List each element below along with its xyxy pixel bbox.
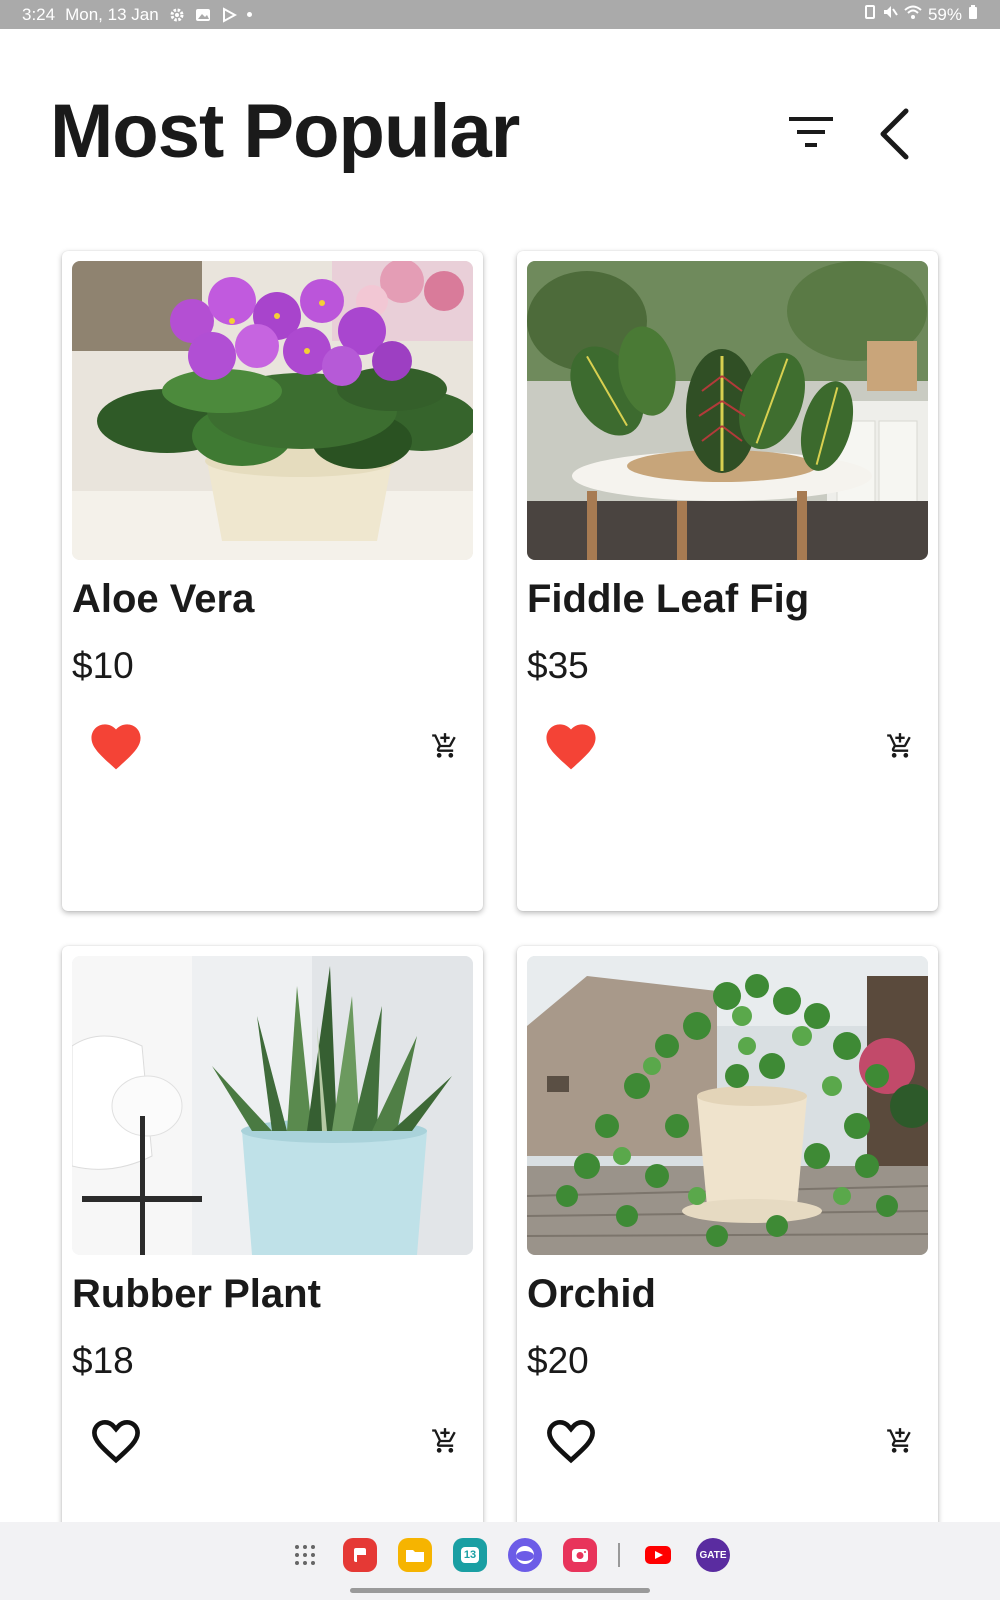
product-name: Rubber Plant <box>72 1272 321 1316</box>
product-image[interactable] <box>72 956 473 1255</box>
add-shopping-cart-icon <box>432 733 456 758</box>
home-indicator[interactable] <box>350 1588 650 1593</box>
youtube-app-icon[interactable] <box>641 1538 675 1572</box>
add-to-cart-button[interactable] <box>430 1426 460 1456</box>
filter-icon <box>789 117 833 147</box>
prayer-plant-image <box>527 261 928 560</box>
status-time: 3:24 <box>22 4 56 24</box>
product-card[interactable]: Fiddle Leaf Fig $35 <box>517 251 938 911</box>
product-name: Orchid <box>527 1272 656 1316</box>
product-price: $10 <box>72 645 134 686</box>
battery-percent: 59% <box>927 4 962 24</box>
flipboard-app-icon[interactable] <box>343 1538 377 1572</box>
filter-button[interactable] <box>783 112 839 152</box>
add-to-cart-button[interactable] <box>885 1426 915 1456</box>
wifi-icon <box>904 4 922 25</box>
favorite-button[interactable] <box>85 715 147 773</box>
settings-icon <box>169 7 185 23</box>
gate-app-icon[interactable]: GATE <box>696 1538 730 1572</box>
dock-divider <box>618 1543 620 1567</box>
heart-filled-icon <box>91 724 141 770</box>
back-button[interactable] <box>870 108 918 160</box>
gate-label: GATE <box>699 1549 727 1561</box>
snake-plant-image <box>72 956 473 1255</box>
product-image[interactable] <box>527 956 928 1255</box>
product-card[interactable]: Orchid $20 <box>517 946 938 1546</box>
camera-app-icon[interactable] <box>563 1538 597 1572</box>
add-shopping-cart-icon <box>887 1428 911 1453</box>
app-grid-icon[interactable] <box>288 1538 322 1572</box>
heart-outline-icon <box>92 1419 140 1464</box>
page-title: Most Popular <box>50 89 520 174</box>
favorite-button[interactable] <box>540 715 602 773</box>
add-to-cart-button[interactable] <box>430 731 460 761</box>
add-shopping-cart-icon <box>887 733 911 758</box>
african-violet-image <box>72 261 473 560</box>
status-bar: 3:24 Mon, 13 Jan 59% <box>0 0 1000 29</box>
files-app-icon[interactable] <box>398 1538 432 1572</box>
mute-icon <box>882 4 898 25</box>
ivy-plant-image <box>527 956 928 1255</box>
product-price: $18 <box>72 1340 134 1381</box>
add-to-cart-button[interactable] <box>885 731 915 761</box>
product-price: $35 <box>527 645 589 686</box>
favorite-button[interactable] <box>540 1410 602 1468</box>
product-price: $20 <box>527 1340 589 1381</box>
chevron-left-icon <box>880 108 909 160</box>
favorite-button[interactable] <box>85 1410 147 1468</box>
gallery-icon <box>195 7 211 23</box>
battery-icon <box>968 4 978 25</box>
product-name: Aloe Vera <box>72 577 255 621</box>
heart-filled-icon <box>546 724 596 770</box>
product-image[interactable] <box>72 261 473 560</box>
notification-dot-icon <box>246 12 252 17</box>
browser-app-icon[interactable] <box>508 1538 542 1572</box>
calendar-day: 13 <box>460 1547 480 1563</box>
product-name: Fiddle Leaf Fig <box>527 577 810 621</box>
product-image[interactable] <box>527 261 928 560</box>
play-store-icon <box>221 6 237 23</box>
heart-outline-icon <box>547 1419 595 1464</box>
product-card[interactable]: Aloe Vera $10 <box>62 251 483 911</box>
product-card[interactable]: Rubber Plant $18 <box>62 946 483 1546</box>
status-date: Mon, 13 Jan <box>65 4 159 24</box>
battery-saver-icon <box>864 4 876 25</box>
calendar-app-icon[interactable]: 13 <box>453 1538 487 1572</box>
add-shopping-cart-icon <box>432 1428 456 1453</box>
